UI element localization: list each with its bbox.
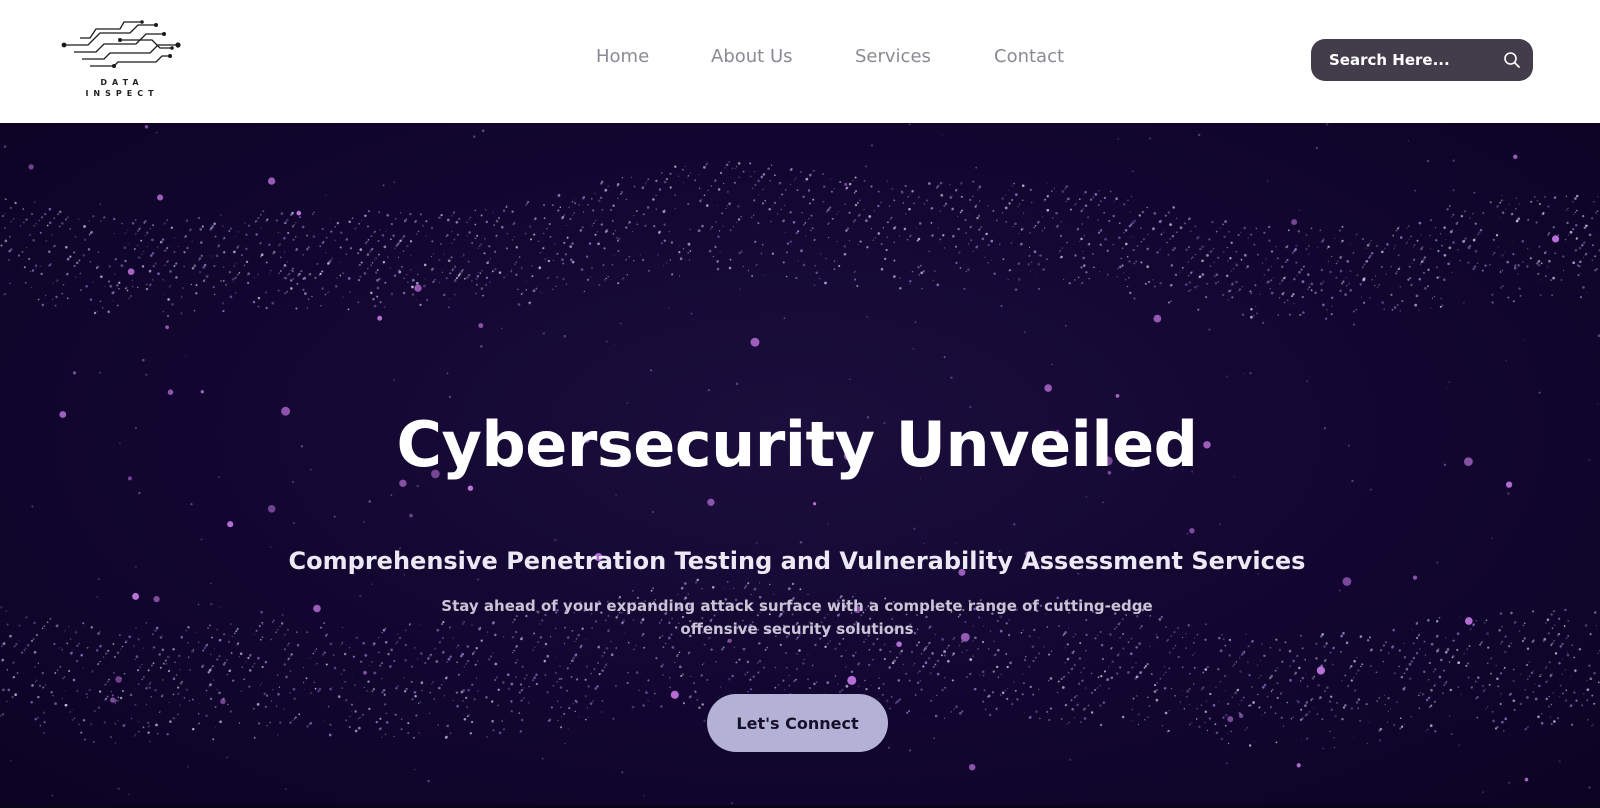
nav-link-contact[interactable]: Contact bbox=[994, 46, 1064, 67]
logo-text-inspect: INSPECT bbox=[85, 89, 159, 98]
nav-link-services[interactable]: Services bbox=[855, 46, 931, 67]
search-icon[interactable] bbox=[1503, 51, 1521, 69]
search-box[interactable] bbox=[1311, 39, 1533, 81]
hero-description: Stay ahead of your expanding attack surf… bbox=[441, 597, 1153, 638]
site-header: DATA INSPECT Home About Us Services Cont… bbox=[0, 0, 1600, 123]
nav-link-home[interactable]: Home bbox=[596, 46, 649, 67]
lets-connect-button[interactable]: Let's Connect bbox=[707, 694, 888, 752]
hero-subtitle: Comprehensive Penetration Testing and Vu… bbox=[288, 547, 1306, 575]
nav-link-about-us[interactable]: About Us bbox=[711, 46, 793, 67]
search-input[interactable] bbox=[1329, 39, 1489, 81]
hero-title: Cybersecurity Unveiled bbox=[396, 408, 1198, 481]
hero-section: Cybersecurity Unveiled Comprehensive Pen… bbox=[0, 123, 1600, 808]
logo-text-data: DATA bbox=[100, 78, 144, 87]
